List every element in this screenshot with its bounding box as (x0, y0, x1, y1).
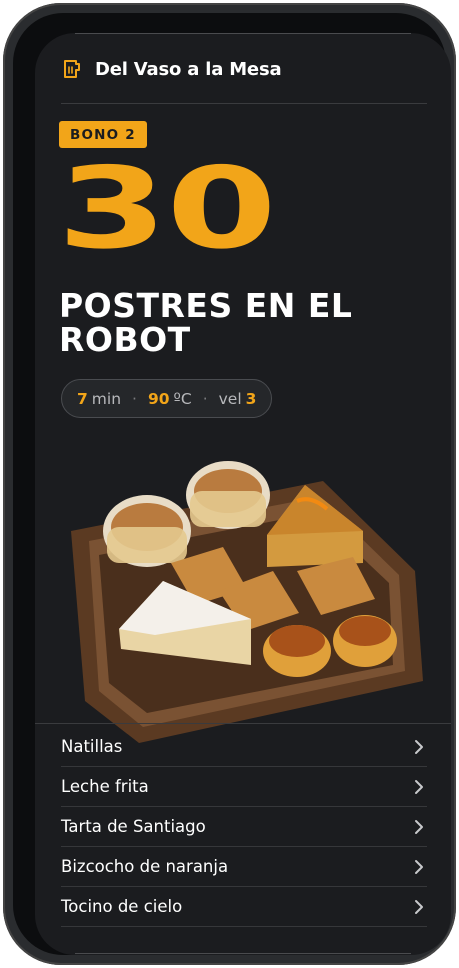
app-title: Del Vaso a la Mesa (95, 58, 282, 80)
chevron-right-icon (415, 779, 423, 794)
cup-utensils-icon (64, 60, 80, 78)
chevron-right-icon (415, 899, 423, 914)
recipe-label: Leche frita (61, 777, 149, 796)
recipe-item-tarta-de-santiago[interactable]: Tarta de Santiago (61, 807, 427, 847)
top-divider (75, 33, 411, 34)
chevron-right-icon (415, 859, 423, 874)
list-top-divider (35, 723, 451, 724)
phone-bezel: Del Vaso a la Mesa BONO 2 30 POSTRES EN … (13, 13, 451, 955)
temp-unit: ºC (173, 389, 192, 408)
separator: · (202, 389, 208, 408)
app-header: Del Vaso a la Mesa (61, 53, 282, 85)
recipe-list: Natillas Leche frita Tarta de Santiago B… (61, 727, 427, 927)
speed-value: 3 (245, 389, 257, 408)
phone-frame: Del Vaso a la Mesa BONO 2 30 POSTRES EN … (3, 3, 456, 965)
recipe-item-tocino-de-cielo[interactable]: Tocino de cielo (61, 887, 427, 927)
hero-title: POSTRES EN EL ROBOT (59, 286, 353, 359)
recipe-label: Tocino de cielo (61, 897, 183, 916)
temp-value: 90 (147, 389, 170, 408)
time-value: 7 (77, 389, 88, 408)
bottom-divider (75, 953, 411, 954)
recipe-item-leche-frita[interactable]: Leche frita (61, 767, 427, 807)
desserts-tray-image (71, 461, 423, 743)
recipe-item-bizcocho-de-naranja[interactable]: Bizcocho de naranja (61, 847, 427, 887)
chevron-right-icon (415, 739, 423, 754)
recipe-label: Tarta de Santiago (61, 817, 206, 836)
recipe-label: Natillas (61, 737, 123, 756)
speed-label: vel (218, 389, 242, 408)
recipe-count: 30 (57, 144, 277, 274)
time-unit: min (91, 389, 122, 408)
stats-pill: 7 min · 90 ºC · vel 3 (61, 379, 273, 418)
chevron-right-icon (415, 819, 423, 834)
recipe-item-natillas[interactable]: Natillas (61, 727, 427, 767)
separator: · (132, 389, 137, 408)
header-divider (61, 103, 427, 104)
app-screen: Del Vaso a la Mesa BONO 2 30 POSTRES EN … (35, 33, 451, 955)
recipe-label: Bizcocho de naranja (61, 857, 229, 876)
